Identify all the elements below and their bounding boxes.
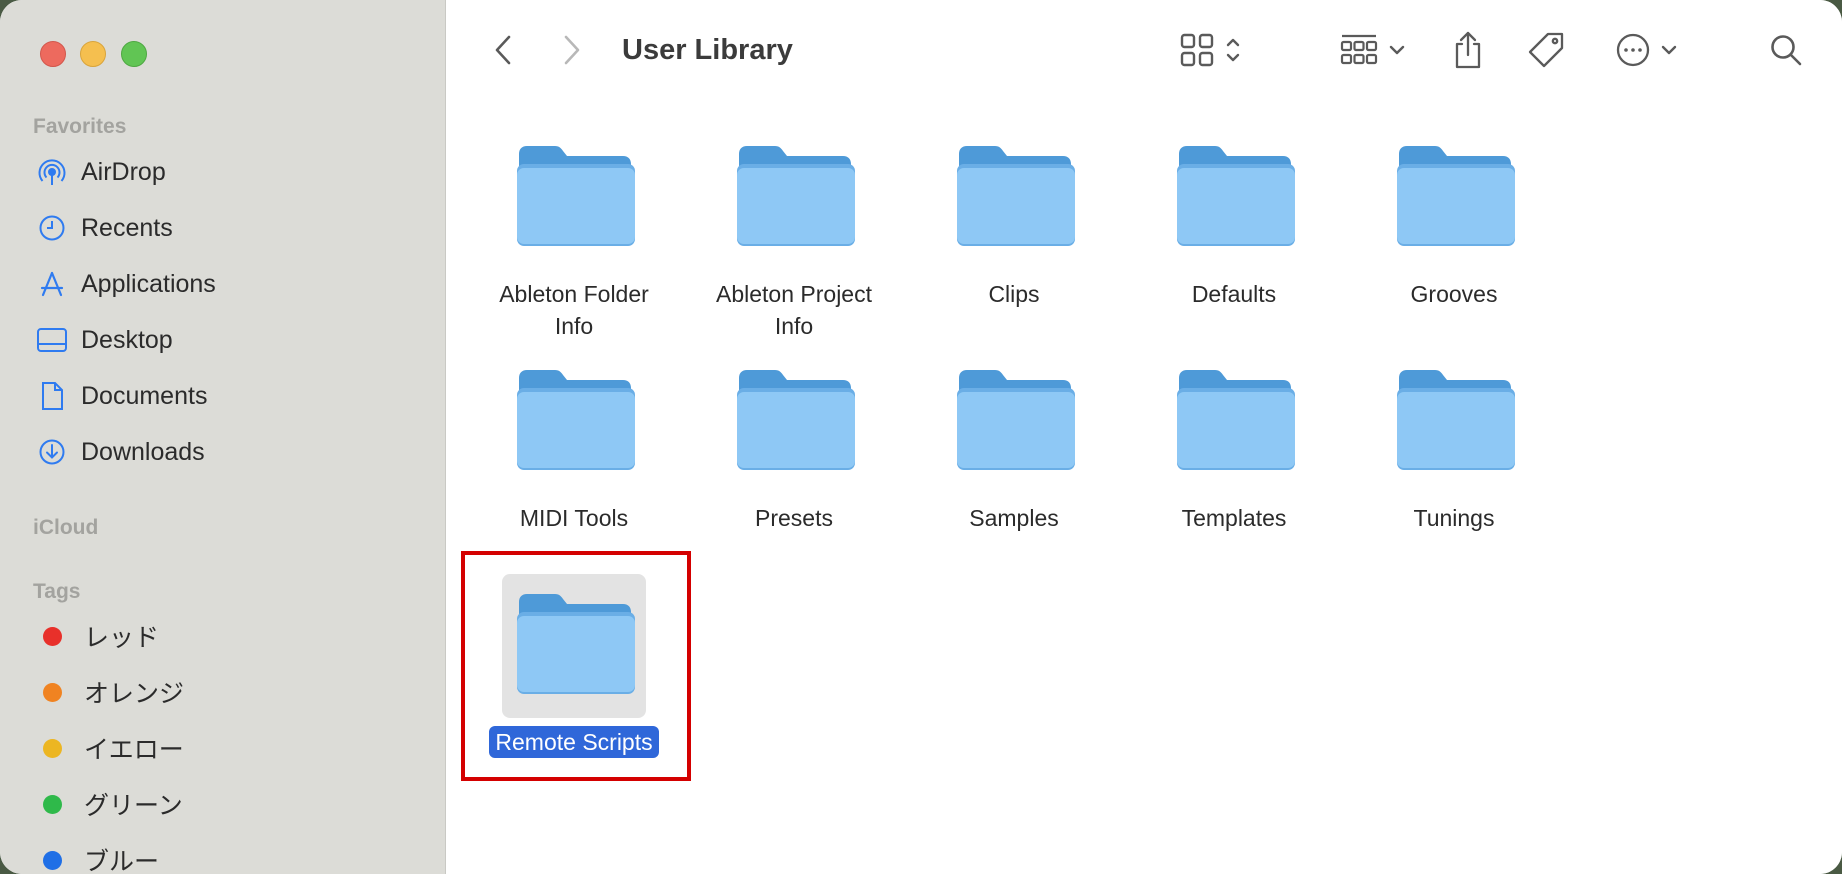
folder-label: Ableton Project Info bbox=[716, 281, 872, 339]
back-button[interactable] bbox=[486, 30, 520, 74]
sidebar-item-label: Documents bbox=[81, 381, 208, 410]
folder-label: Clips bbox=[988, 281, 1040, 307]
folder-label: Tunings bbox=[1413, 505, 1495, 531]
minimize-button[interactable] bbox=[80, 41, 106, 67]
airdrop-icon bbox=[36, 156, 68, 188]
chevron-down-icon bbox=[1661, 43, 1677, 61]
sidebar-item-label: ブルー bbox=[84, 848, 160, 874]
view-mode-button[interactable] bbox=[1170, 30, 1250, 74]
sidebar-tag-green[interactable]: グリーン bbox=[36, 784, 183, 824]
chevron-down-icon bbox=[1389, 43, 1405, 61]
folder-item[interactable]: MIDI Tools bbox=[474, 350, 674, 534]
sidebar-item-label: イエロー bbox=[84, 736, 184, 764]
folder-icon bbox=[1173, 368, 1295, 477]
sidebar-item-downloads[interactable]: Downloads bbox=[36, 432, 205, 472]
tag-button[interactable] bbox=[1522, 28, 1570, 76]
folder-icon bbox=[733, 368, 855, 477]
tag-color-dot bbox=[43, 794, 62, 814]
sidebar-tag-yellow[interactable]: イエロー bbox=[36, 728, 184, 768]
window-title: User Library bbox=[622, 34, 793, 66]
search-button[interactable] bbox=[1764, 30, 1808, 74]
sidebar-item-label: レッド bbox=[84, 624, 160, 652]
folder-label: Grooves bbox=[1410, 281, 1498, 307]
close-button[interactable] bbox=[40, 41, 66, 67]
group-button[interactable] bbox=[1332, 30, 1412, 74]
folder-icon bbox=[513, 368, 635, 477]
highlight-box bbox=[461, 551, 691, 781]
folder-label: MIDI Tools bbox=[519, 505, 629, 531]
sidebar-item-label: Desktop bbox=[81, 325, 173, 354]
tag-color-dot bbox=[43, 682, 62, 702]
sidebar-tag-blue[interactable]: ブルー bbox=[36, 840, 159, 874]
sidebar-item-label: オレンジ bbox=[84, 680, 185, 708]
sidebar-item-documents[interactable]: Documents bbox=[36, 376, 207, 416]
tag-icon bbox=[1526, 30, 1566, 75]
document-icon bbox=[36, 380, 68, 412]
applications-icon bbox=[36, 268, 68, 300]
sidebar-item-label: Applications bbox=[81, 269, 216, 298]
desktop-icon bbox=[36, 324, 68, 356]
sidebar-item-label: AirDrop bbox=[81, 157, 166, 186]
folder-item[interactable]: Samples bbox=[914, 350, 1114, 534]
download-icon bbox=[36, 436, 68, 468]
folder-label: Defaults bbox=[1191, 281, 1277, 307]
tag-color-dot bbox=[43, 850, 62, 870]
share-button[interactable] bbox=[1446, 28, 1490, 76]
chevron-left-icon bbox=[494, 34, 512, 71]
sidebar-tag-orange[interactable]: オレンジ bbox=[36, 672, 184, 712]
sidebar-item-label: グリーン bbox=[84, 792, 183, 820]
forward-button[interactable] bbox=[555, 30, 589, 74]
sidebar-tag-red[interactable]: レッド bbox=[36, 616, 159, 656]
tags-title[interactable]: Tags bbox=[33, 580, 80, 604]
folder-item[interactable]: Templates bbox=[1134, 350, 1334, 534]
zoom-button[interactable] bbox=[121, 41, 147, 67]
folder-icon bbox=[733, 144, 855, 253]
folder-item[interactable]: Presets bbox=[694, 350, 894, 534]
sidebar-item-recents[interactable]: Recents bbox=[36, 208, 173, 248]
folder-item[interactable]: Ableton Project Info bbox=[694, 126, 894, 342]
clock-icon bbox=[36, 212, 68, 244]
grid-view-icon bbox=[1179, 32, 1215, 73]
group-icon bbox=[1339, 32, 1379, 73]
share-icon bbox=[1452, 30, 1484, 75]
folder-item[interactable]: Defaults bbox=[1134, 126, 1334, 310]
folder-item[interactable]: Grooves bbox=[1354, 126, 1554, 310]
folder-label: Samples bbox=[969, 505, 1059, 531]
folder-icon bbox=[953, 144, 1075, 253]
folder-icon bbox=[1393, 368, 1515, 477]
sidebar-item-applications[interactable]: Applications bbox=[36, 264, 216, 304]
sidebar-item-airdrop[interactable]: AirDrop bbox=[36, 152, 166, 192]
folder-icon bbox=[953, 368, 1075, 477]
sidebar-item-desktop[interactable]: Desktop bbox=[36, 320, 173, 360]
sidebar-item-label: Downloads bbox=[81, 437, 205, 466]
icloud-title[interactable]: iCloud bbox=[33, 516, 98, 540]
folder-label: Presets bbox=[755, 505, 833, 531]
folder-label: Ableton Folder Info bbox=[499, 281, 649, 339]
folder-item[interactable]: Tunings bbox=[1354, 350, 1554, 534]
search-icon bbox=[1769, 33, 1803, 72]
folder-icon bbox=[1393, 144, 1515, 253]
tag-color-dot bbox=[43, 626, 62, 646]
chevron-right-icon bbox=[563, 34, 581, 71]
folder-icon bbox=[1173, 144, 1295, 253]
folder-icon bbox=[513, 144, 635, 253]
finder-window: Favorites AirDrop Recents Applications D… bbox=[0, 0, 1842, 874]
sidebar: Favorites AirDrop Recents Applications D… bbox=[0, 0, 446, 874]
chevron-up-down-icon bbox=[1225, 35, 1241, 70]
more-actions-button[interactable] bbox=[1606, 30, 1686, 74]
folder-item[interactable]: Ableton Folder Info bbox=[474, 126, 674, 342]
favorites-title: Favorites bbox=[33, 115, 127, 138]
sidebar-item-label: Recents bbox=[81, 213, 173, 242]
folder-label: Templates bbox=[1181, 505, 1287, 531]
tag-color-dot bbox=[43, 738, 62, 758]
folder-item[interactable]: Clips bbox=[914, 126, 1114, 310]
ellipsis-circle-icon bbox=[1615, 32, 1651, 73]
